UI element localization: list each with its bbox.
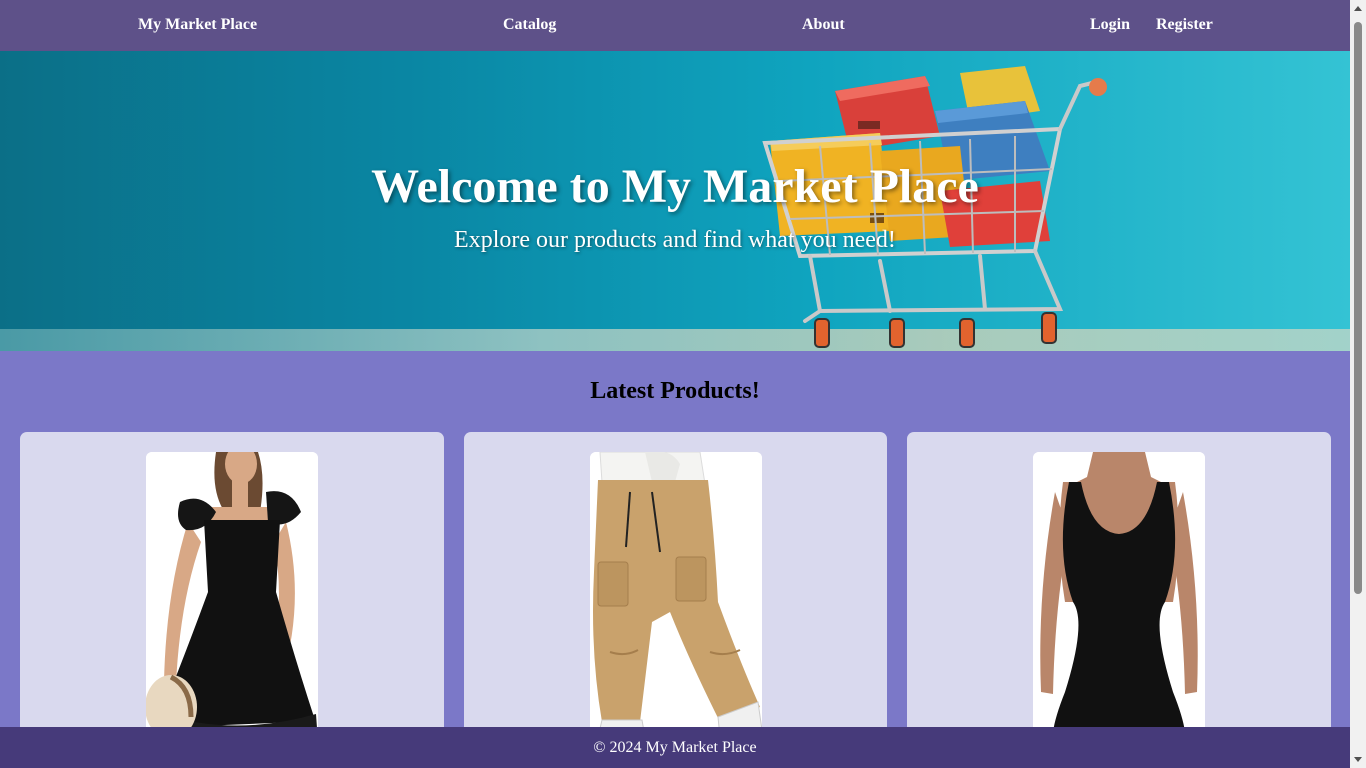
black-ruffle-dress-photo	[146, 452, 318, 742]
black-bodycon-dress-photo	[1033, 452, 1205, 742]
scrollbar-thumb[interactable]	[1354, 22, 1362, 594]
product-card[interactable]	[464, 432, 887, 752]
product-image[interactable]	[146, 452, 318, 742]
khaki-cargo-pants-photo	[589, 452, 762, 742]
product-card[interactable]	[20, 432, 444, 752]
footer-copyright: © 2024 My Market Place	[593, 739, 757, 756]
top-navbar: My Market Place Catalog About Login Regi…	[0, 0, 1350, 51]
register-link[interactable]: Register	[1156, 16, 1213, 34]
hero-banner: Welcome to My Market Place Explore our p…	[0, 51, 1350, 351]
nav-link-catalog[interactable]: Catalog	[503, 16, 556, 34]
login-link[interactable]: Login	[1090, 16, 1130, 34]
hero-title: Welcome to My Market Place	[371, 160, 979, 213]
scroll-down-arrow-icon[interactable]	[1354, 757, 1362, 762]
vertical-scrollbar[interactable]	[1350, 0, 1366, 768]
scroll-up-arrow-icon[interactable]	[1354, 6, 1362, 11]
brand-link[interactable]: My Market Place	[138, 16, 257, 34]
nav-link-about[interactable]: About	[802, 16, 845, 34]
hero-floor	[0, 329, 1350, 351]
latest-products-heading: Latest Products!	[590, 378, 760, 404]
product-image[interactable]	[1033, 452, 1205, 742]
hero-subtitle: Explore our products and find what you n…	[454, 227, 896, 253]
product-card[interactable]	[907, 432, 1331, 752]
product-image[interactable]	[589, 452, 762, 742]
page-footer: © 2024 My Market Place	[0, 727, 1350, 768]
